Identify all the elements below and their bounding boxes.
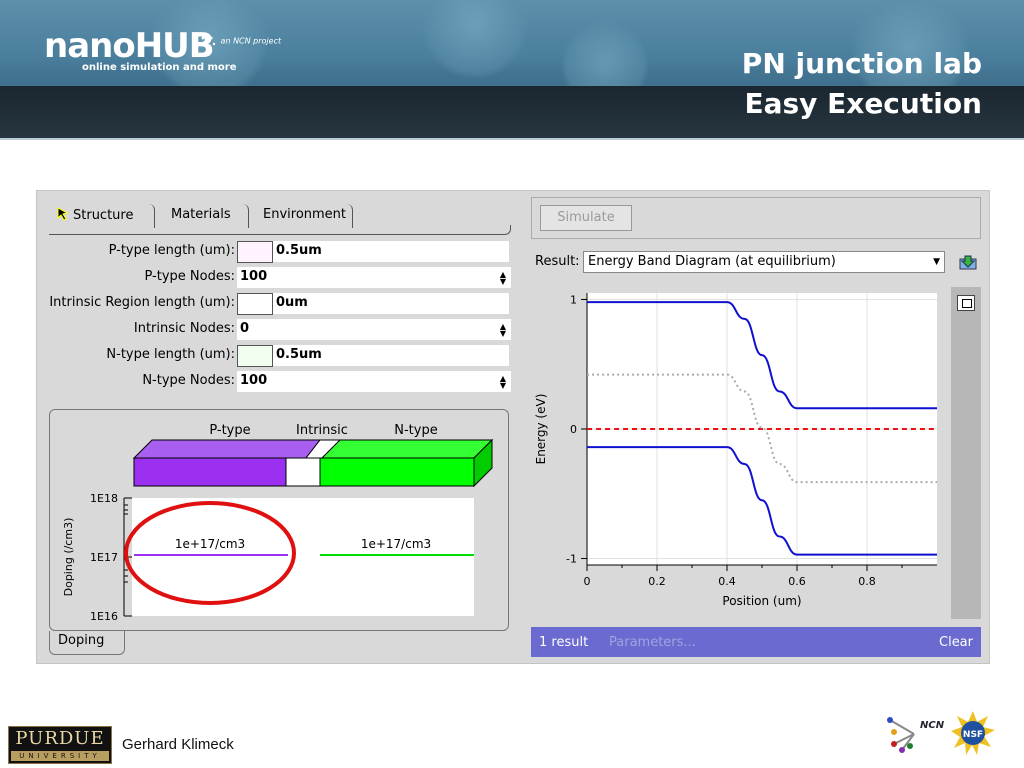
tab-doping[interactable]: Doping xyxy=(49,631,125,655)
result-label: Result: xyxy=(535,254,580,269)
x-tick-label: 0.4 xyxy=(718,575,736,588)
p-nodes-spinner-icon[interactable]: ▲ ▼ xyxy=(497,271,509,286)
x-tick-label: 0 xyxy=(584,575,591,588)
n-nodes-spinner-icon[interactable]: ▲ ▼ xyxy=(497,375,509,390)
y-axis-label: Energy (eV) xyxy=(534,394,548,465)
x-axis-label: Position (um) xyxy=(722,594,801,608)
ncn-logo-icon: NCN xyxy=(887,717,945,753)
n-length-label: N-type length (um): xyxy=(106,347,235,362)
i-block xyxy=(285,457,321,487)
download-icon[interactable] xyxy=(959,254,977,270)
n-nodes-row: N-type Nodes: 100 ▲ ▼ xyxy=(37,371,511,392)
y-tick-label: 0 xyxy=(570,423,577,436)
p-nodes-row: P-type Nodes: 100 ▲ ▼ xyxy=(37,267,511,288)
result-count: 1 result xyxy=(539,635,589,650)
cursor-arrow-icon xyxy=(57,207,69,221)
simulate-button[interactable]: Simulate xyxy=(540,205,632,231)
i-length-row: Intrinsic Region length (um): 0um xyxy=(37,293,511,315)
doping-ytick-1e16: 1E16 xyxy=(90,610,118,623)
tab-bar: Structure Materials Environment xyxy=(49,201,513,228)
result-status-bar: 1 result Parameters... Clear xyxy=(531,627,981,657)
result-row: Result: Energy Band Diagram (at equilibr… xyxy=(535,251,977,273)
slide: nanoHUB online simulation and more an NC… xyxy=(0,0,1024,768)
author-name: Gerhard Klimeck xyxy=(122,736,234,753)
doping-ylabel: Doping (/cm3) xyxy=(62,518,75,597)
doping-ytick-1e18: 1E18 xyxy=(90,492,118,505)
i-region-label: Intrinsic xyxy=(296,423,348,438)
n-length-row: N-type length (um): 0.5um xyxy=(37,345,511,367)
ncn-dots-icon xyxy=(201,36,216,48)
n-nodes-label: N-type Nodes: xyxy=(142,373,235,388)
slide-title: PN junction lab Easy Execution xyxy=(742,44,982,124)
tab-environment-label: Environment xyxy=(263,207,347,222)
chevron-down-icon[interactable]: ▼ xyxy=(933,257,940,267)
i-nodes-input[interactable]: 0 xyxy=(237,319,511,340)
i-nodes-label: Intrinsic Nodes: xyxy=(133,321,235,336)
ncn-project-label: an NCN project xyxy=(200,34,281,48)
y-tick-label: -1 xyxy=(566,553,577,566)
i-nodes-row: Intrinsic Nodes: 0 ▲ ▼ xyxy=(37,319,511,340)
clear-button[interactable]: Clear xyxy=(939,635,973,650)
doping-panel: P-type Intrinsic N-type 1E18 1E17 1E16 D… xyxy=(49,409,509,631)
n-block xyxy=(319,457,475,487)
tab-underline xyxy=(49,225,511,235)
plot-scrollbar[interactable] xyxy=(951,287,981,619)
purdue-logo: PURDUE UNIVERSITY xyxy=(8,726,112,764)
i-color-swatch xyxy=(237,293,273,315)
p-nodes-label: P-type Nodes: xyxy=(144,269,236,284)
p-color-swatch xyxy=(237,241,273,263)
maximize-icon[interactable] xyxy=(957,295,975,311)
doping-ytick-1e17: 1E17 xyxy=(90,551,118,564)
n-block-top xyxy=(320,439,494,459)
p-length-input[interactable]: 0.5um xyxy=(273,241,509,262)
purdue-logo-sub: UNIVERSITY xyxy=(11,751,109,761)
n-length-input[interactable]: 0.5um xyxy=(273,345,509,366)
tab-structure-label: Structure xyxy=(73,208,134,223)
n-region-label: N-type xyxy=(394,423,437,438)
p-block xyxy=(133,457,287,487)
header-banner: nanoHUB online simulation and more an NC… xyxy=(0,0,1024,140)
ncn-project-text: an NCN project xyxy=(220,36,282,46)
purdue-logo-text: PURDUE xyxy=(15,728,105,749)
title-line-1: PN junction lab xyxy=(741,47,982,80)
y-tick-label: 1 xyxy=(570,293,577,306)
header-fade xyxy=(0,138,1024,140)
virus-graphic xyxy=(420,0,530,80)
doping-diagram: P-type Intrinsic N-type 1E18 1E17 1E16 D… xyxy=(62,423,494,623)
x-tick-label: 0.8 xyxy=(858,575,876,588)
nsf-logo-icon: NSF xyxy=(951,711,995,755)
p-length-row: P-type length (um): 0.5um xyxy=(37,241,511,263)
i-nodes-spinner-icon[interactable]: ▲ ▼ xyxy=(497,323,509,338)
p-nodes-input[interactable]: 100 xyxy=(237,267,511,288)
ncn-logo-text: NCN xyxy=(920,720,945,731)
i-length-label: Intrinsic Region length (um): xyxy=(49,295,235,310)
nsf-logo-text: NSF xyxy=(963,730,983,740)
result-select-value: Energy Band Diagram (at equilibrium) xyxy=(588,254,836,269)
simulate-bar: Simulate xyxy=(531,197,981,239)
energy-band-plot: 0 0.2 0.4 0.6 0.8 -1 0 1 Position (um) Energy (… xyxy=(531,287,943,623)
doping-plot-area xyxy=(132,498,474,616)
x-tick-label: 0.2 xyxy=(648,575,666,588)
p-region-label: P-type xyxy=(209,423,250,438)
pn-junction-app: Structure Materials Environment P-type l… xyxy=(36,190,990,664)
title-line-2: Easy Execution xyxy=(744,87,982,120)
result-select[interactable]: Energy Band Diagram (at equilibrium) ▼ xyxy=(583,251,945,273)
energy-band-chart: 0 0.2 0.4 0.6 0.8 -1 0 1 Position (um) Energy (… xyxy=(534,293,937,608)
parameters-link[interactable]: Parameters... xyxy=(609,635,696,650)
n-nodes-input[interactable]: 100 xyxy=(237,371,511,392)
tab-doping-label: Doping xyxy=(58,633,105,648)
tab-materials-label: Materials xyxy=(171,207,231,222)
x-tick-label: 0.6 xyxy=(788,575,806,588)
logo-tagline: online simulation and more xyxy=(82,62,237,73)
p-length-label: P-type length (um): xyxy=(108,243,235,258)
p-doping-value: 1e+17/cm3 xyxy=(175,537,245,551)
p-block-top xyxy=(132,439,322,459)
i-length-input[interactable]: 0um xyxy=(273,293,509,314)
n-color-swatch xyxy=(237,345,273,367)
n-doping-value: 1e+17/cm3 xyxy=(361,537,431,551)
